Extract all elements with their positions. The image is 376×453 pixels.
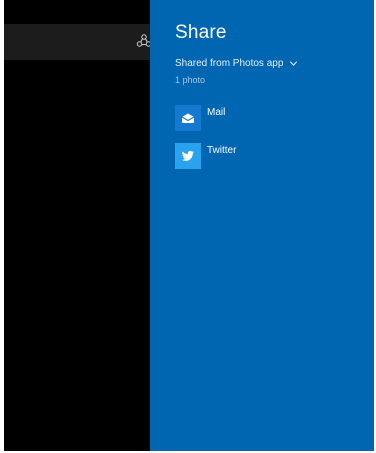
chevron-down-icon [290,60,298,66]
share-charm-pane: Share Shared from Photos app 1 photo Mai… [150,0,374,451]
app-top-strip [4,0,150,24]
photos-app-area [4,0,152,451]
share-target-label: Mail [207,107,226,118]
source-app-label: Shared from Photos app [175,57,284,69]
source-app-dropdown[interactable]: Shared from Photos app [175,56,298,70]
mail-icon [181,113,195,123]
share-target-twitter[interactable]: Twitter [175,143,236,169]
twitter-tile [175,143,201,169]
mail-tile [175,105,201,131]
twitter-icon [181,150,194,161]
share-target-mail[interactable]: Mail [175,105,225,131]
app-toolbar [4,24,152,60]
share-target-label: Twitter [207,145,237,156]
item-count: 1 photo [175,75,206,85]
screenshot-frame: Share Shared from Photos app 1 photo Mai… [0,0,376,453]
share-title: Share [175,22,227,43]
